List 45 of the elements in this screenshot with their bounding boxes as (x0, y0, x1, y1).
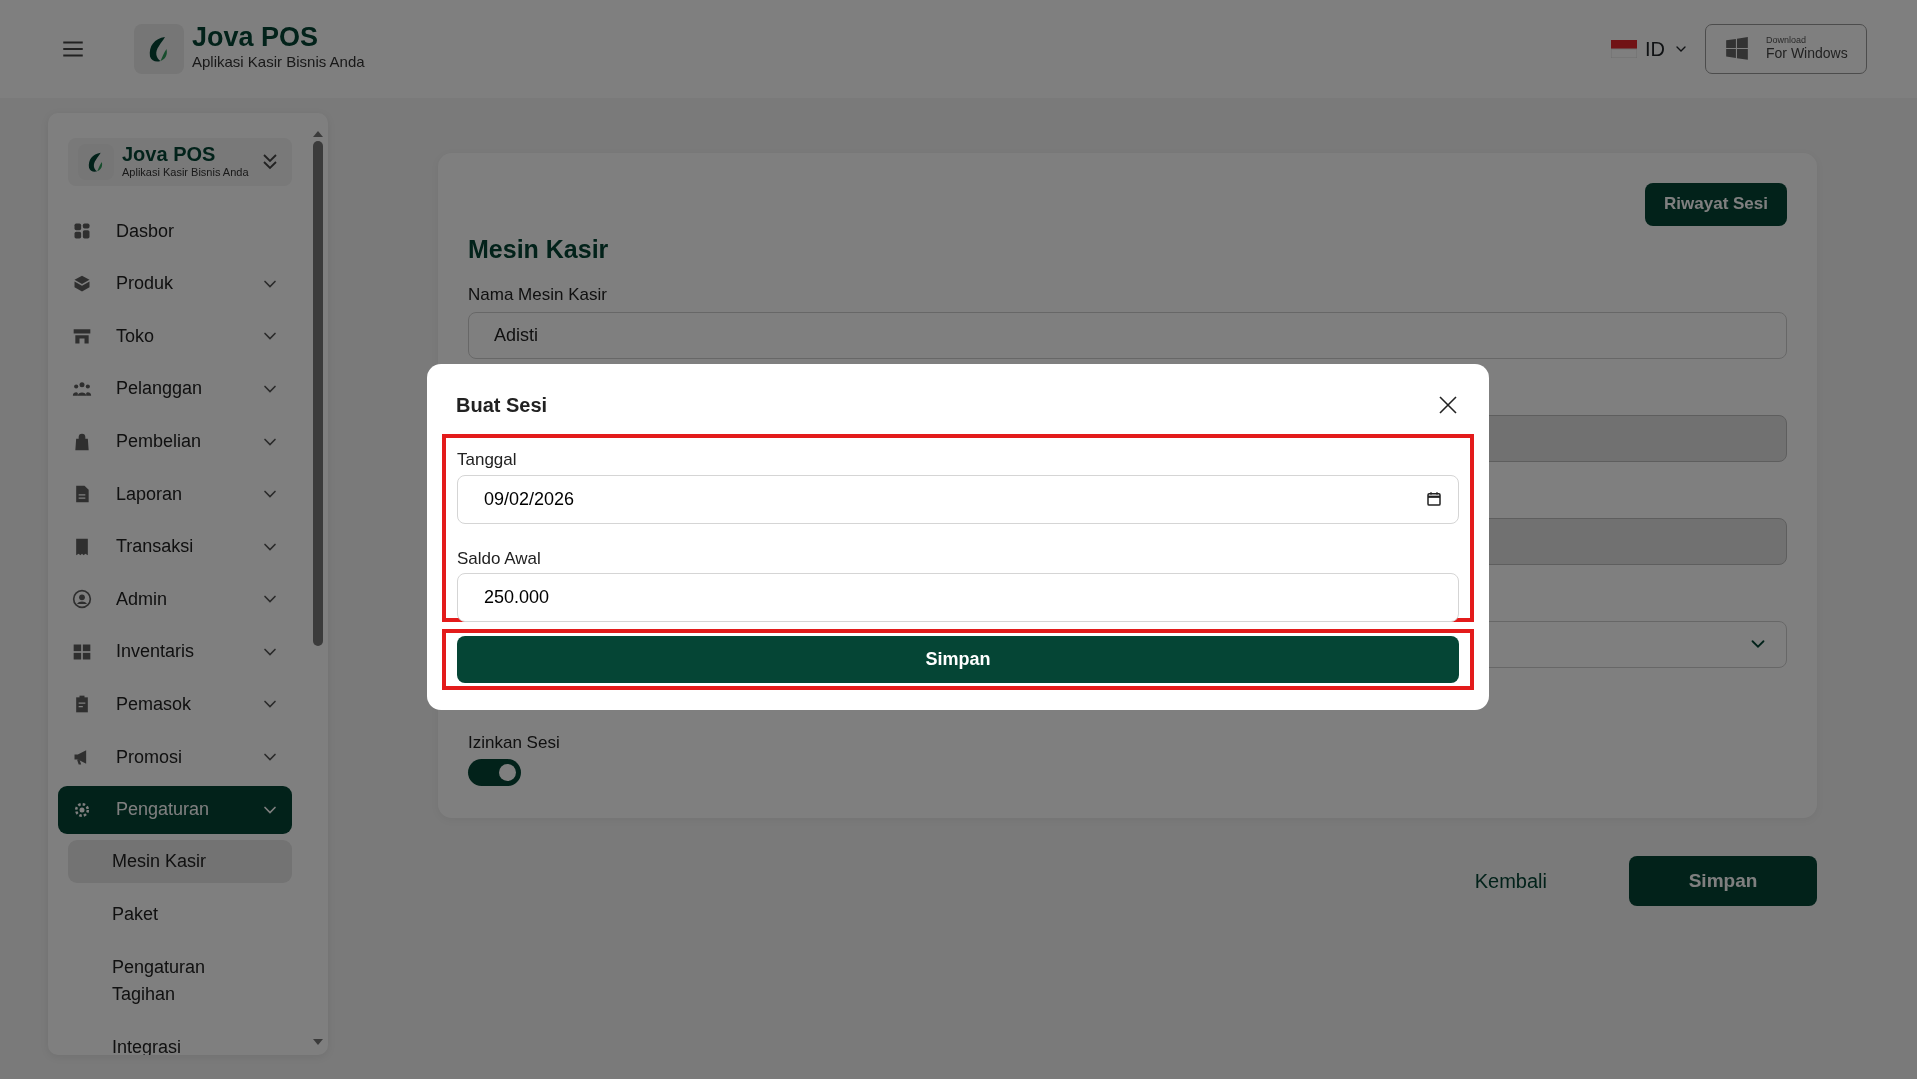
dialog-title: Buat Sesi (456, 393, 548, 418)
box-icon (72, 273, 92, 294)
save-button[interactable]: Simpan (1629, 856, 1817, 907)
windows-icon (1724, 35, 1750, 62)
field-label: Nama Mesin Kasir (468, 284, 608, 307)
calendar-icon[interactable] (1425, 489, 1443, 508)
logo-icon (134, 23, 184, 74)
field-label: Saldo Awal (457, 547, 542, 570)
submenu-item[interactable]: Paket (68, 892, 292, 936)
sidebar-item[interactable]: Dasbor (58, 207, 292, 256)
brand-tagline: Aplikasi Kasir Bisnis Anda (122, 164, 249, 180)
sidebar-item[interactable]: Admin (58, 575, 292, 624)
submenu-item[interactable]: Pengaturan Tagihan (68, 945, 268, 1016)
date-field[interactable]: 09/02/2026 (457, 474, 1459, 524)
brand-name: Jova POS (192, 24, 320, 52)
language-selector[interactable]: ID (1611, 33, 1689, 64)
sidebar-item[interactable]: Produk (58, 259, 292, 308)
flag-icon (1611, 39, 1637, 58)
toggle-switch[interactable] (468, 759, 521, 787)
brand-tagline: Aplikasi Kasir Bisnis Anda (192, 52, 365, 73)
scroll-down-icon[interactable] (312, 1037, 324, 1047)
submenu-item[interactable]: Mesin Kasir (68, 839, 292, 883)
input-field[interactable]: 250.000 (457, 573, 1459, 622)
user-circle-icon (72, 589, 92, 610)
bag-icon (72, 431, 92, 452)
brand-name: Jova POS (122, 143, 217, 164)
sidebar-item[interactable]: Pemasok (58, 680, 292, 729)
history-button[interactable]: Riwayat Sesi (1645, 182, 1787, 226)
field-label: Tanggal (457, 449, 518, 471)
sidebar-item[interactable]: Pembelian (58, 417, 292, 466)
sidebar-item[interactable]: Transaksi (58, 522, 292, 571)
store-icon (72, 326, 92, 347)
download-button[interactable]: Download For Windows (1705, 23, 1867, 74)
sidebar-item[interactable]: Pelanggan (58, 364, 292, 413)
sidebar-item[interactable]: Laporan (58, 470, 292, 519)
toggle-label: Izinkan Sesi (468, 731, 561, 754)
grid-icon (72, 221, 92, 242)
sidebar-item[interactable]: Inventaris (58, 627, 292, 676)
input-field[interactable]: Adisti (468, 311, 1787, 359)
page-title: Mesin Kasir (468, 233, 609, 265)
save-button[interactable]: Simpan (457, 636, 1459, 683)
sidebar-item[interactable]: Pengaturan (58, 785, 292, 834)
sidebar-item[interactable]: Promosi (58, 733, 292, 782)
sidebar-item[interactable]: Toko (58, 312, 292, 361)
back-button[interactable]: Kembali (1462, 860, 1559, 903)
